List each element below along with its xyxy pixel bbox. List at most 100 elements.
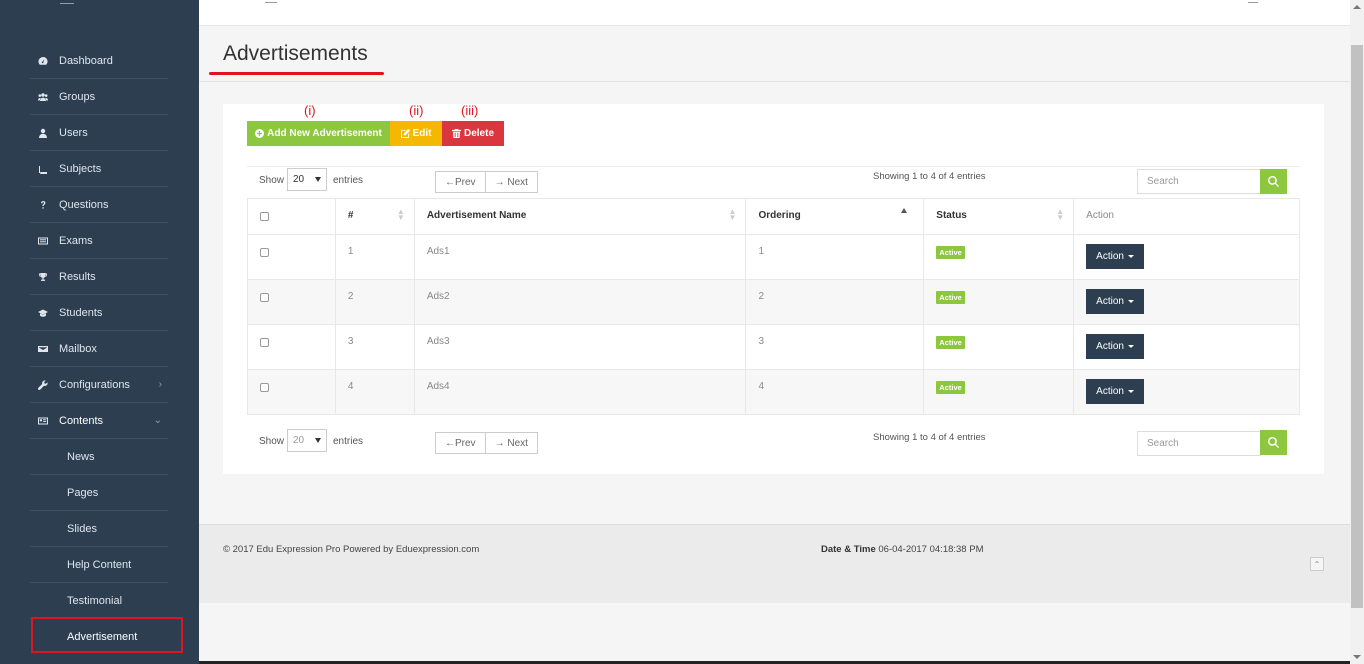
sidebar-item-label: Results [59, 270, 96, 283]
toolbar-divider [247, 166, 1300, 167]
sidebar-item-subjects[interactable]: Subjects [30, 151, 168, 187]
row-checkbox[interactable] [260, 293, 269, 302]
column-header-status[interactable]: Status ▲ ▼ [923, 198, 1075, 235]
select-all-header [247, 198, 336, 235]
list-icon [32, 236, 54, 246]
advertisement-name: Ads3 [413, 324, 747, 370]
sidebar-subitem-news[interactable]: News [30, 439, 168, 475]
action-dropdown-button[interactable]: Action [1086, 379, 1144, 404]
select-all-checkbox[interactable] [260, 212, 269, 221]
scroll-up-arrow[interactable] [1350, 0, 1364, 14]
sidebar-item-results[interactable]: Results [30, 259, 168, 295]
showing-entries-text: Showing 1 to 4 of 4 entries [873, 432, 986, 443]
status-badge: Active [936, 336, 965, 349]
delete-button-label: Delete [463, 128, 494, 139]
pagination: ←Prev → Next [435, 171, 538, 193]
ordering-value: 1 [745, 234, 925, 280]
status-cell: Active [923, 324, 1075, 370]
datetime-label: Date & Time [821, 544, 876, 555]
delete-button[interactable]: Delete [442, 121, 504, 146]
sidebar-subitem-label: Slides [67, 522, 97, 535]
sort-icon: ▲ ▼ [1056, 207, 1065, 222]
sidebar-item-label: Groups [59, 90, 96, 103]
page-size-select[interactable]: 20 [287, 429, 327, 452]
row-checkbox[interactable] [260, 338, 269, 347]
column-header-ordering[interactable]: Ordering [745, 198, 925, 235]
sidebar-item-questions[interactable]: Questions [30, 187, 168, 223]
edit-icon [400, 129, 410, 138]
sidebar-item-configurations[interactable]: Configurations › [30, 367, 168, 403]
column-header-name[interactable]: Advertisement Name ▲ ▼ [413, 198, 747, 235]
row-select-cell [247, 234, 336, 280]
column-header-action: Action [1073, 198, 1300, 235]
header-label: # [347, 210, 354, 221]
edit-button[interactable]: Edit [390, 121, 442, 146]
page-size-value: 20 [293, 435, 305, 446]
sidebar-item-groups[interactable]: Groups [30, 79, 168, 115]
sidebar-subitem-label: News [67, 450, 95, 463]
add-new-advertisement-button[interactable]: Add New Advertisement [247, 121, 390, 146]
sidebar-subitem-slides[interactable]: Slides [30, 511, 168, 547]
action-label: Action [1096, 296, 1124, 307]
ordering-value: 3 [745, 324, 925, 370]
sidebar-item-dashboard[interactable]: Dashboard [30, 43, 168, 79]
sidebar-subitem-label: Pages [67, 486, 99, 499]
search-input[interactable]: Search [1137, 169, 1261, 194]
search-button[interactable] [1260, 430, 1287, 455]
marker-ii: (ii) [409, 103, 424, 118]
row-number: 4 [334, 369, 415, 415]
sidebar-menu: Dashboard Groups Users Subjects Question… [30, 43, 168, 655]
scroll-down-arrow[interactable] [1350, 650, 1364, 664]
sidebar-item-users[interactable]: Users [30, 115, 168, 151]
table-controls-bottom: Show 20 entries ←Prev → Next Showing 1 t… [247, 429, 1300, 456]
column-header-number[interactable]: # ▲ ▼ [334, 198, 415, 235]
action-dropdown-button[interactable]: Action [1086, 289, 1144, 314]
sidebar-item-label: Users [59, 126, 88, 139]
sidebar-subitem-help-content[interactable]: Help Content [30, 547, 168, 583]
top-navbar [199, 0, 1350, 26]
row-checkbox[interactable] [260, 383, 269, 392]
sidebar-item-students[interactable]: Students [30, 295, 168, 331]
show-label: Show [259, 436, 285, 447]
action-dropdown-button[interactable]: Action [1086, 244, 1144, 269]
datetime: Date & Time 06-04-2017 04:18:38 PM [821, 544, 983, 555]
prev-button[interactable]: ←Prev [436, 433, 485, 453]
chevron-down-icon: ⌄ [153, 415, 162, 426]
sidebar-item-label: Mailbox [59, 342, 97, 355]
row-number: 2 [334, 279, 415, 325]
dashboard-icon [32, 56, 54, 66]
sidebar-subitem-pages[interactable]: Pages [30, 475, 168, 511]
sidebar-item-label: Students [59, 306, 103, 319]
action-cell: Action [1073, 234, 1300, 280]
header-label: Status [936, 210, 967, 221]
search-button[interactable] [1260, 169, 1287, 194]
table-row: 4 Ads4 4 Active Action [247, 369, 1300, 415]
row-checkbox[interactable] [260, 248, 269, 257]
row-select-cell [247, 324, 336, 370]
entries-label: entries [333, 436, 364, 447]
sidebar-item-label: Dashboard [59, 54, 113, 67]
header-label: Action [1086, 210, 1114, 221]
scrollbar-thumb[interactable] [1351, 45, 1363, 608]
sidebar-item-mailbox[interactable]: Mailbox [30, 331, 168, 367]
sidebar-subitem-testimonial[interactable]: Testimonial [30, 583, 168, 619]
table-row: 1 Ads1 1 Active Action [247, 234, 1300, 280]
sidebar-item-contents[interactable]: Contents ⌄ [30, 403, 168, 439]
next-button[interactable]: → Next [484, 433, 537, 453]
caret-down-icon [1127, 255, 1134, 258]
sort-asc-icon [901, 208, 908, 213]
sidebar-item-exams[interactable]: Exams [30, 223, 168, 259]
sidebar: Dashboard Groups Users Subjects Question… [0, 0, 199, 664]
search-input[interactable]: Search [1137, 431, 1261, 456]
row-select-cell [247, 369, 336, 415]
scroll-to-top-button[interactable]: ⌃ [1310, 557, 1324, 571]
plus-circle-icon [255, 129, 265, 138]
next-button[interactable]: → Next [484, 172, 537, 192]
sort-icon: ▲ ▼ [396, 207, 405, 222]
action-dropdown-button[interactable]: Action [1086, 334, 1144, 359]
sidebar-item-label: Questions [59, 198, 109, 211]
status-cell: Active [923, 279, 1075, 325]
page-size-select[interactable]: 20 [287, 168, 327, 191]
prev-button[interactable]: ←Prev [436, 172, 485, 192]
trophy-icon [32, 272, 54, 282]
